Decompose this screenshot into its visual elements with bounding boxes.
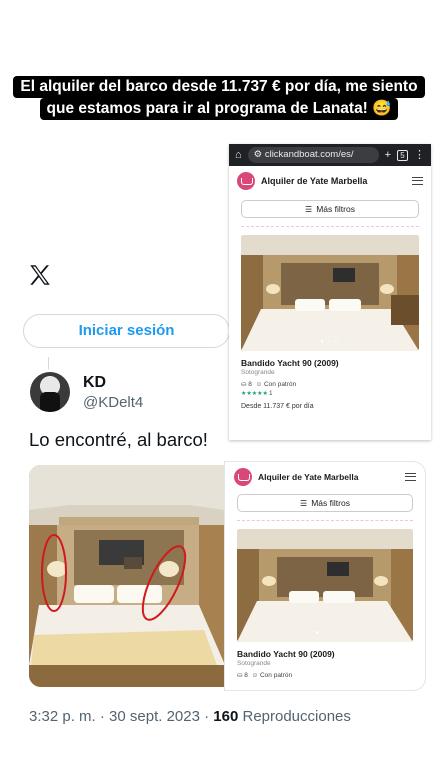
guests-count: 8 — [244, 672, 248, 679]
listing-meta: ⛀ 8 ☺ Con patrón — [241, 380, 419, 388]
skipper-label: Con patrón — [263, 381, 297, 388]
site-title: Alquiler de Yate Marbella — [261, 176, 368, 186]
divider — [241, 226, 419, 227]
site-info-icon[interactable]: ⚙ — [254, 149, 263, 160]
views-label: Reproducciones — [242, 708, 351, 725]
caption-line-1: El alquiler del barco desde 11.737 € por… — [13, 76, 425, 98]
author-handle[interactable]: @KDelt4 — [83, 394, 143, 411]
filters-icon: ☰ — [300, 499, 308, 508]
browser-screenshot[interactable]: ⌂ ⚙ clickandboat.com/es/ + 5 ⋮ Alquiler … — [229, 144, 431, 440]
skipper-label: Con patrón — [259, 672, 293, 679]
listing-location: Sotogrande — [237, 660, 271, 667]
cabin-photo-image — [29, 465, 225, 687]
site-title: Alquiler de Yate Marbella — [258, 472, 359, 482]
login-button[interactable]: Iniciar sesión — [23, 314, 230, 348]
more-filters-button[interactable]: ☰ Más filtros — [241, 200, 419, 218]
stars-icon: ★★★★★ — [241, 391, 268, 397]
listing-meta: ⛀ 8 ☺ Con patrón — [237, 671, 413, 679]
site-header: Alquiler de Yate Marbella — [229, 166, 431, 196]
address-bar[interactable]: ⚙ clickandboat.com/es/ — [247, 147, 379, 163]
guests-icon: ⛀ — [237, 672, 243, 679]
carousel-dots[interactable]: ● ○ ○ — [241, 339, 419, 345]
skipper-icon: ☺ — [251, 672, 259, 679]
more-filters-label: Más filtros — [311, 498, 350, 508]
cabin-photo[interactable] — [29, 465, 225, 687]
listing-photo[interactable]: ● ○ ○ — [241, 235, 419, 351]
site-header: Alquiler de Yate Marbella — [225, 462, 425, 492]
divider — [237, 520, 413, 521]
tabs-count-icon[interactable]: 5 — [397, 149, 408, 161]
carousel-dots[interactable]: ● ○ ○ — [237, 630, 413, 636]
boat-logo-icon — [234, 468, 252, 486]
address-bar-url: clickandboat.com/es/ — [264, 149, 354, 160]
author-name[interactable]: KD — [83, 374, 106, 392]
more-menu-icon[interactable]: ⋮ — [414, 144, 425, 166]
tweet-text: Lo encontré, al barco! — [29, 429, 208, 450]
home-icon[interactable]: ⌂ — [235, 144, 242, 166]
views-count: 160 — [213, 708, 239, 725]
avatar[interactable] — [30, 372, 70, 412]
guests-count: 8 — [248, 381, 252, 388]
site-screenshot-bottom[interactable]: Alquiler de Yate Marbella ☰ Más filtros ●… — [225, 462, 425, 690]
listing-title[interactable]: Bandido Yacht 90 (2009) — [241, 358, 419, 368]
listing-card[interactable]: ● ○ ○ Bandido Yacht 90 (2009) Sotogrande… — [237, 529, 413, 679]
listing-location: Sotogrande — [241, 369, 275, 376]
more-filters-label: Más filtros — [316, 204, 355, 214]
x-logo-icon — [30, 265, 50, 285]
hamburger-menu-icon[interactable] — [405, 473, 416, 481]
filters-icon: ☰ — [305, 205, 313, 214]
hamburger-menu-icon[interactable] — [412, 177, 423, 185]
guests-icon: ⛀ — [241, 381, 247, 388]
tweet-time: 3:32 p. m. · 30 sept. 2023 · — [29, 708, 210, 725]
thread-line — [48, 357, 49, 369]
boat-logo-icon — [237, 172, 255, 190]
listing-card[interactable]: ● ○ ○ Bandido Yacht 90 (2009) Sotogrande… — [241, 235, 419, 410]
listing-price: Desde 11.737 € por día — [241, 403, 314, 410]
rating-stars: ★★★★★ 1 — [241, 390, 419, 397]
more-filters-button[interactable]: ☰ Más filtros — [237, 494, 413, 512]
story-caption: El alquiler del barco desde 11.737 € por… — [0, 76, 438, 120]
caption-line-2: que estamos para ir al programa de Lanat… — [39, 98, 399, 120]
listing-title[interactable]: Bandido Yacht 90 (2009) — [237, 649, 413, 659]
browser-toolbar: ⌂ ⚙ clickandboat.com/es/ + 5 ⋮ — [229, 144, 431, 166]
tweet-timestamp: 3:32 p. m. · 30 sept. 2023 · 160 Reprodu… — [29, 708, 351, 725]
review-count: 1 — [269, 391, 273, 397]
listing-photo[interactable]: ● ○ ○ — [237, 529, 413, 642]
new-tab-icon[interactable]: + — [385, 144, 391, 166]
skipper-icon: ☺ — [255, 381, 263, 388]
